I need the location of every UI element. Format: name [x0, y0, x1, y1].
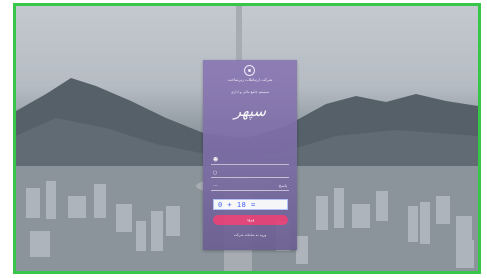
username-field[interactable]: ☻ [211, 156, 289, 165]
password-field[interactable]: ○ [211, 169, 289, 178]
captcha-image: 0 + 18 = [213, 199, 288, 210]
screenshot-frame: شرکت ارتباطات زیرساخت سیستم جامع مالی و … [13, 3, 481, 274]
captcha-text: 0 + 18 = [218, 201, 256, 209]
lock-icon: ○ [213, 170, 218, 176]
organization-name: شرکت ارتباطات زیرساخت [227, 77, 273, 82]
external-login-link[interactable]: ورود به سامانه شرکت [203, 233, 297, 237]
brand-logo: سپهر [233, 102, 267, 120]
login-card: شرکت ارتباطات زیرساخت سیستم جامع مالی و … [203, 60, 297, 250]
organization-logo-icon [244, 65, 255, 76]
user-icon: ☻ [213, 157, 219, 163]
login-button[interactable]: ورود [213, 215, 288, 225]
captcha-answer-field[interactable]: ⋯ پاسخ [211, 182, 289, 191]
key-icon: ⋯ [213, 183, 218, 189]
system-title: سیستم جامع مالی و اداری [230, 90, 270, 94]
captcha-answer-label: پاسخ [278, 183, 287, 188]
